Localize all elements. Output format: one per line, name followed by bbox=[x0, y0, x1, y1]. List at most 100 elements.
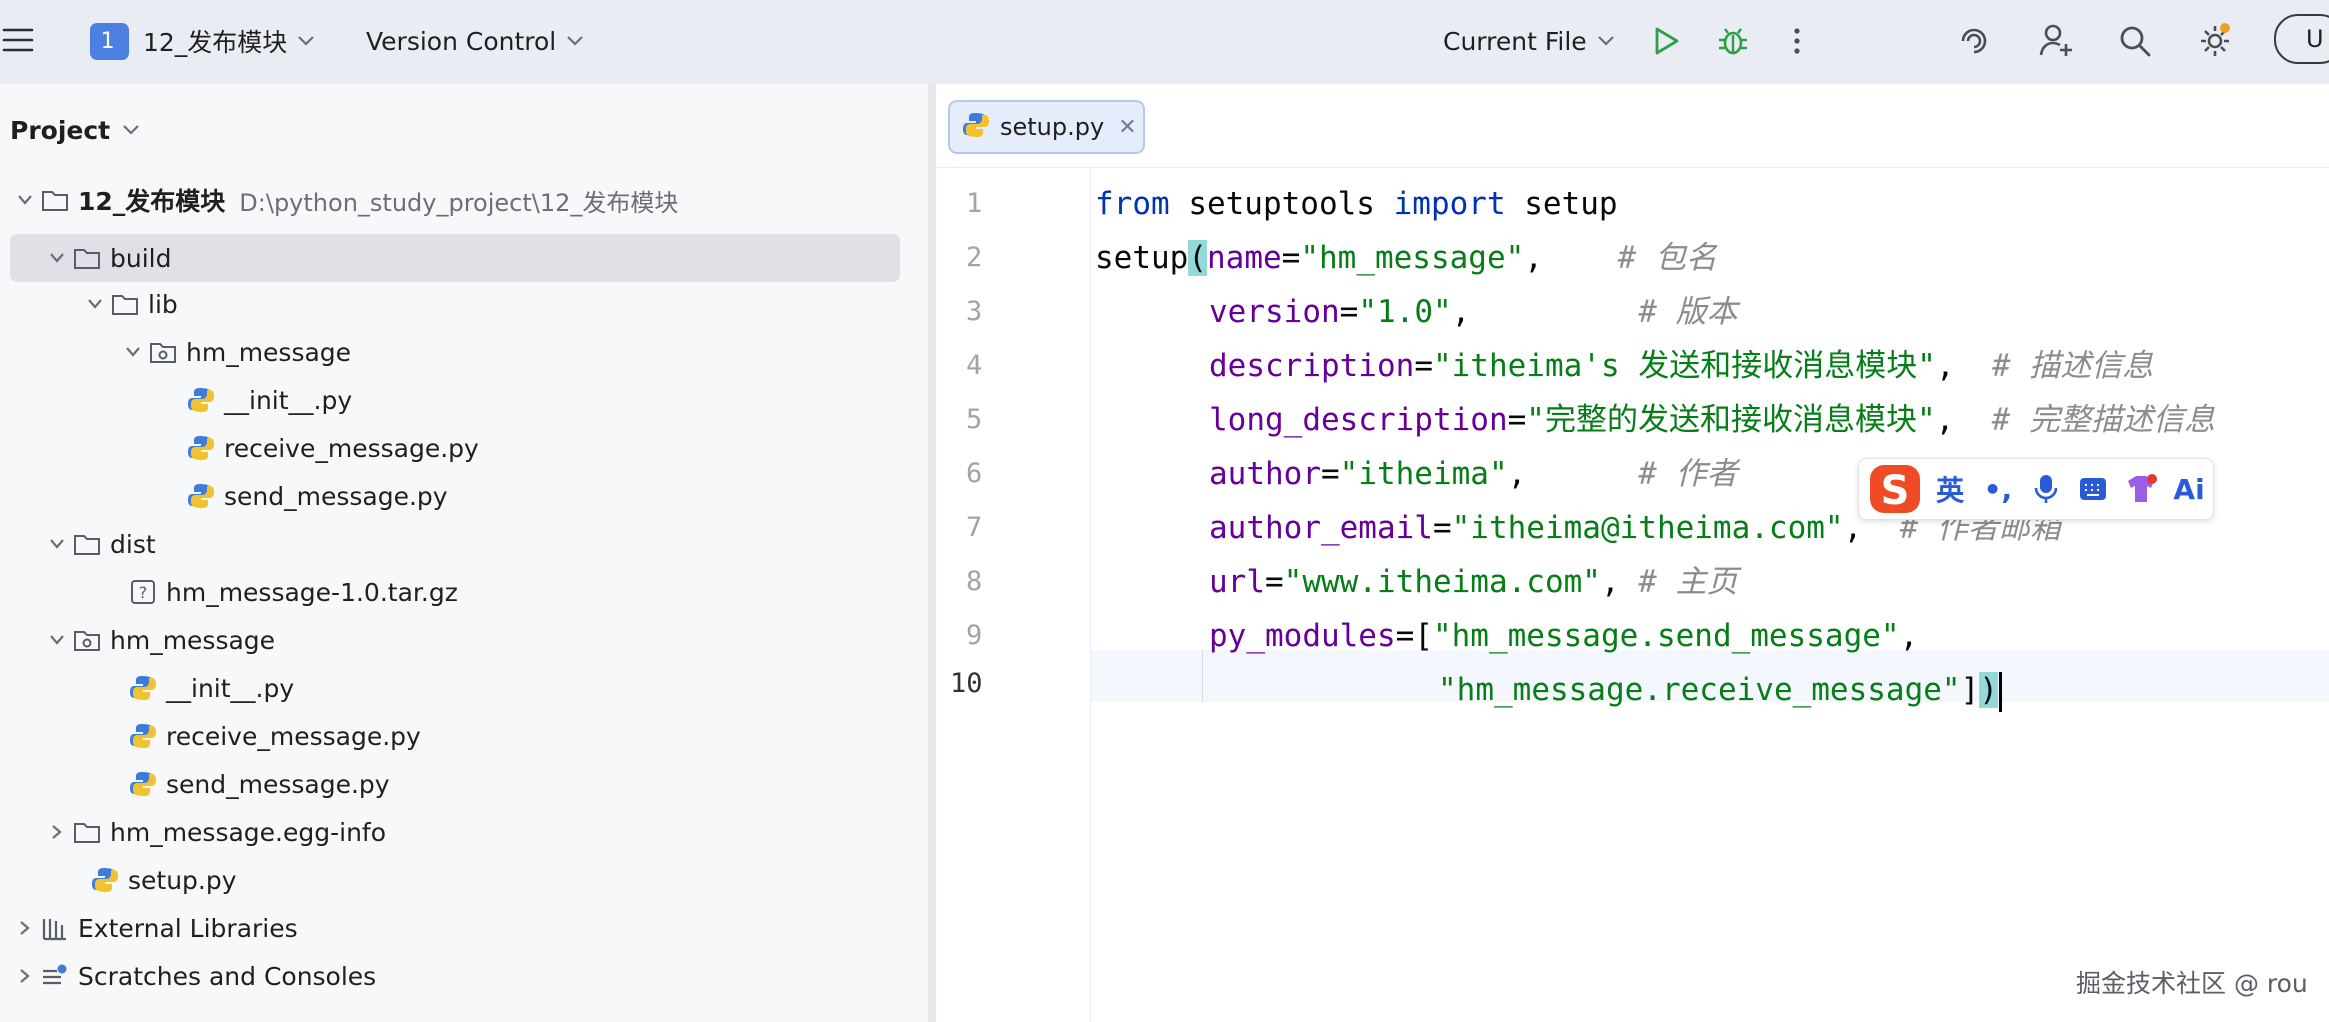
close-icon[interactable]: ✕ bbox=[1118, 115, 1136, 140]
code-editor: setup.py ✕ 1 2 3 4 5 6 7 8 9 10 from set… bbox=[936, 84, 2329, 1022]
tree-node-file[interactable]: setup.py bbox=[10, 857, 900, 903]
settings-button[interactable] bbox=[2193, 18, 2237, 62]
gear-icon bbox=[2201, 23, 2230, 56]
run-configuration-selector[interactable]: Current File bbox=[1443, 20, 1615, 62]
tree-node-file[interactable]: __init__.py bbox=[10, 665, 900, 711]
text-caret bbox=[1998, 671, 2002, 712]
tab-label: setup.py bbox=[1000, 113, 1105, 141]
chevron-down-icon[interactable] bbox=[42, 243, 72, 273]
unknown-file-icon: ? bbox=[128, 577, 158, 607]
search-everywhere-button[interactable] bbox=[2115, 20, 2155, 62]
string-literal: "hm_message" bbox=[1300, 240, 1525, 276]
code-line-5[interactable]: long_description="完整的发送和接收消息模块", # 完整描述信… bbox=[1209, 394, 2215, 446]
code-line-8[interactable]: url="www.itheima.com", # 主页 bbox=[1209, 556, 1738, 608]
panel-splitter[interactable] bbox=[928, 84, 936, 1022]
update-button[interactable]: U bbox=[2274, 14, 2329, 64]
operator: = bbox=[1339, 294, 1359, 330]
tree-node-file[interactable]: ? hm_message-1.0.tar.gz bbox=[10, 569, 900, 615]
tree-node-scratches[interactable]: Scratches and Consoles bbox=[10, 953, 900, 999]
tree-node-file[interactable]: send_message.py bbox=[10, 473, 900, 519]
tree-node-project-root[interactable]: 12_发布模块 D:\python_study_project\12_发布模块 bbox=[10, 177, 900, 223]
tree-node-file[interactable]: receive_message.py bbox=[10, 713, 900, 759]
ai-assistant-button[interactable] bbox=[1954, 20, 1994, 62]
tree-node-egg-info[interactable]: hm_message.egg-info bbox=[10, 809, 900, 855]
code-line-2[interactable]: setup(name="hm_message", # 包名 bbox=[1095, 232, 1717, 284]
main-menu-button[interactable] bbox=[0, 18, 40, 62]
tree-node-external-libraries[interactable]: External Libraries bbox=[10, 905, 900, 951]
code-line-3[interactable]: version="1.0", # 版本 bbox=[1209, 286, 1738, 338]
tree-node-label: External Libraries bbox=[78, 913, 298, 943]
tree-node-dist[interactable]: dist bbox=[10, 521, 900, 567]
chevron-down-icon[interactable] bbox=[118, 337, 148, 367]
comma: , bbox=[1935, 402, 1955, 438]
operator: = bbox=[1320, 456, 1340, 492]
more-vertical-icon bbox=[1794, 28, 1800, 54]
operator: = bbox=[1432, 510, 1452, 546]
python-file-icon bbox=[962, 111, 990, 143]
line-number: 8 bbox=[966, 566, 983, 597]
ai-assistant-icon bbox=[1961, 28, 1987, 54]
chevron-right-icon[interactable] bbox=[10, 961, 40, 991]
code-line-4[interactable]: description="itheima's 发送和接收消息模块", # 描述信… bbox=[1209, 340, 2153, 392]
version-control-menu[interactable]: Version Control bbox=[366, 20, 584, 62]
code-line-10[interactable]: "hm_message.receive_message"]) bbox=[1438, 664, 2002, 716]
code-line-1[interactable]: from setuptools import setup bbox=[1095, 178, 1618, 230]
bug-icon bbox=[1719, 28, 1747, 55]
ime-punctuation-toggle[interactable]: •, bbox=[1974, 473, 2022, 506]
code-with-me-button[interactable] bbox=[2036, 18, 2076, 62]
chevron-right-icon[interactable] bbox=[10, 913, 40, 943]
chevron-down-icon[interactable] bbox=[10, 185, 40, 215]
debug-button[interactable] bbox=[1713, 20, 1753, 62]
tree-node-package[interactable]: hm_message bbox=[10, 617, 900, 663]
tree-node-file[interactable]: __init__.py bbox=[10, 377, 900, 423]
code-line-6[interactable]: author="itheima", # 作者 bbox=[1209, 448, 1738, 500]
tree-node-label: receive_message.py bbox=[166, 721, 421, 751]
line-number-gutter: 1 2 3 4 5 6 7 8 9 10 bbox=[936, 168, 1091, 1022]
skin-shirt-icon[interactable] bbox=[2117, 473, 2165, 505]
tree-node-package[interactable]: hm_message bbox=[10, 329, 900, 375]
string-literal: "1.0" bbox=[1358, 294, 1452, 330]
project-tool-window: Project 12_发布模块 D:\python_study_project\… bbox=[0, 84, 928, 1022]
sogou-logo-icon[interactable]: S bbox=[1865, 461, 1926, 517]
param-name: version bbox=[1209, 294, 1340, 330]
param-name: description bbox=[1209, 348, 1415, 384]
line-number: 7 bbox=[966, 512, 983, 543]
chevron-right-icon[interactable] bbox=[42, 817, 72, 847]
keyboard-icon[interactable] bbox=[2070, 476, 2118, 502]
tree-node-file[interactable]: receive_message.py bbox=[10, 425, 900, 471]
comma: , bbox=[1935, 348, 1955, 384]
tree-node-label: receive_message.py bbox=[224, 433, 479, 463]
tree-node-lib[interactable]: lib bbox=[10, 281, 900, 327]
tree-node-build[interactable]: build bbox=[10, 234, 900, 282]
tree-node-label: dist bbox=[110, 529, 156, 559]
indent-guide bbox=[1202, 650, 1203, 702]
project-panel-title: Project bbox=[10, 115, 111, 145]
ime-ai-button[interactable]: Ai bbox=[2165, 473, 2213, 506]
run-button[interactable] bbox=[1648, 20, 1684, 62]
code-text: setuptools bbox=[1169, 186, 1394, 222]
tree-node-file[interactable]: send_message.py bbox=[10, 761, 900, 807]
comma: , bbox=[1600, 564, 1620, 600]
python-file-icon bbox=[186, 385, 216, 415]
python-file-icon bbox=[128, 721, 158, 751]
string-literal: "itheima" bbox=[1339, 456, 1508, 492]
tree-node-label: build bbox=[110, 243, 172, 273]
project-switcher[interactable]: 1 12_发布模块 bbox=[90, 20, 315, 62]
code-line-9[interactable]: py_modules=["hm_message.send_message", bbox=[1209, 610, 1918, 662]
tree-node-label: lib bbox=[148, 289, 178, 319]
package-folder-icon bbox=[72, 625, 102, 655]
chevron-down-icon bbox=[567, 36, 584, 46]
tree-node-label: Scratches and Consoles bbox=[78, 961, 377, 991]
chevron-down-icon[interactable] bbox=[80, 289, 110, 319]
line-number: 4 bbox=[966, 350, 983, 381]
chevron-down-icon[interactable] bbox=[42, 625, 72, 655]
chevron-down-icon[interactable] bbox=[42, 529, 72, 559]
operator: = bbox=[1414, 348, 1433, 384]
ime-toolbar[interactable]: S 英 •, Ai bbox=[1858, 458, 2214, 520]
microphone-icon[interactable] bbox=[2022, 473, 2070, 505]
project-view-selector[interactable]: Project bbox=[10, 110, 140, 150]
param-name: author bbox=[1209, 456, 1321, 492]
ime-language-toggle[interactable]: 英 bbox=[1926, 469, 1974, 509]
more-actions-button[interactable] bbox=[1787, 20, 1807, 62]
tab-setup-py[interactable]: setup.py ✕ bbox=[948, 100, 1145, 154]
